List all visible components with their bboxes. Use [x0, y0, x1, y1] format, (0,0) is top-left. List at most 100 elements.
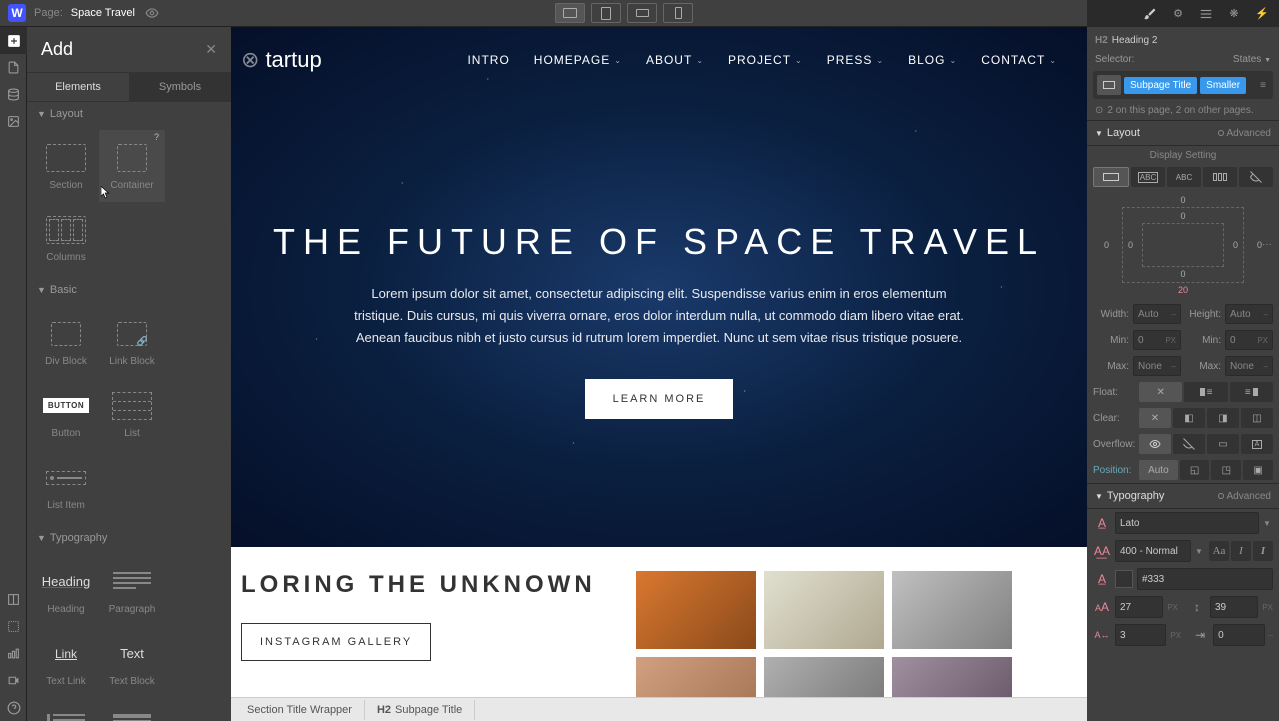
canvas[interactable]: ⊗tartup INTRO HOMEPAGE⌄ ABOUT⌄ PROJECT⌄ …: [231, 27, 1087, 721]
nav-intro[interactable]: INTRO: [467, 53, 509, 67]
states-dropdown[interactable]: States ▼: [1233, 54, 1271, 65]
styles-icon[interactable]: ❋: [1225, 5, 1243, 23]
device-desktop[interactable]: [555, 3, 585, 23]
hero-section[interactable]: ⊗tartup INTRO HOMEPAGE⌄ ABOUT⌄ PROJECT⌄ …: [231, 27, 1087, 547]
el-linkblock[interactable]: 🔗 Link Block: [99, 306, 165, 378]
cat-layout[interactable]: ▼Layout: [27, 102, 231, 126]
navigator-icon[interactable]: [1197, 5, 1215, 23]
layout-section-header[interactable]: ▼Layout Advanced: [1087, 120, 1279, 146]
clear-right[interactable]: ◨: [1207, 408, 1239, 428]
overflow-scroll[interactable]: ▭: [1207, 434, 1239, 454]
font-size-input[interactable]: 27: [1115, 596, 1163, 618]
font-regular[interactable]: Aa: [1209, 541, 1229, 561]
el-columns[interactable]: Columns: [33, 202, 99, 274]
breakpoint-icon[interactable]: [1097, 75, 1121, 95]
hero-title[interactable]: THE FUTURE OF SPACE TRAVEL: [273, 221, 1045, 263]
box-model[interactable]: 0 20 0 0 0 0 0 0 ⋯: [1098, 195, 1268, 295]
clear-none[interactable]: ✕: [1139, 408, 1171, 428]
guides-tool[interactable]: [0, 613, 27, 640]
interactions-icon[interactable]: ⚡: [1253, 5, 1271, 23]
display-inline-block[interactable]: ABC: [1131, 167, 1165, 187]
section-two[interactable]: LORING THE UNKNOWN INSTAGRAM GALLERY: [231, 547, 1087, 721]
el-blockquote[interactable]: Block Quote: [33, 698, 99, 721]
line-height-input[interactable]: 39: [1210, 596, 1258, 618]
gallery-img[interactable]: [636, 571, 756, 649]
display-flex[interactable]: [1203, 167, 1237, 187]
font-weight-select[interactable]: 400 - Normal: [1115, 540, 1191, 562]
pages-tool[interactable]: [0, 54, 27, 81]
cat-typography[interactable]: ▼Typography: [27, 526, 231, 550]
add-tool[interactable]: [0, 27, 27, 54]
cms-tool[interactable]: [0, 81, 27, 108]
overflow-visible[interactable]: [1139, 434, 1171, 454]
breadcrumb-item[interactable]: Section Title Wrapper: [235, 700, 365, 720]
color-swatch[interactable]: [1115, 570, 1133, 588]
position-relative[interactable]: ◱: [1180, 460, 1210, 480]
box-model-more[interactable]: ⋯: [1262, 240, 1272, 251]
clear-both[interactable]: ◫: [1241, 408, 1273, 428]
typography-section-header[interactable]: ▼Typography Advanced: [1087, 483, 1279, 509]
audit-tool[interactable]: [0, 640, 27, 667]
el-textlink[interactable]: Link Text Link: [33, 626, 99, 698]
float-right[interactable]: ≡: [1230, 382, 1273, 402]
overflow-hidden[interactable]: [1173, 434, 1205, 454]
page-name[interactable]: Space Travel: [71, 7, 135, 19]
el-richtext[interactable]: Rich Text: [99, 698, 165, 721]
class-tag[interactable]: Subpage Title: [1124, 77, 1197, 94]
video-tool[interactable]: [0, 667, 27, 694]
el-listitem[interactable]: List Item: [33, 450, 99, 522]
help-tool[interactable]: [0, 694, 27, 721]
position-absolute[interactable]: ◳: [1211, 460, 1241, 480]
clear-left[interactable]: ◧: [1173, 408, 1205, 428]
el-section[interactable]: Section: [33, 130, 99, 202]
webflow-logo[interactable]: W: [8, 4, 26, 22]
height-input[interactable]: Auto–: [1225, 304, 1273, 324]
nav-about[interactable]: ABOUT⌄: [646, 53, 704, 67]
font-family-select[interactable]: Lato: [1115, 512, 1259, 534]
tab-symbols[interactable]: Symbols: [129, 73, 231, 101]
gallery-img[interactable]: [764, 571, 884, 649]
position-fixed[interactable]: ▣: [1243, 460, 1273, 480]
el-divblock[interactable]: Div Block: [33, 306, 99, 378]
overflow-auto[interactable]: A: [1241, 434, 1273, 454]
site-logo[interactable]: ⊗tartup: [241, 47, 322, 73]
display-block[interactable]: [1093, 167, 1129, 187]
find-tool[interactable]: [0, 586, 27, 613]
selector-tags[interactable]: Subpage Title Smaller ≡: [1093, 71, 1273, 99]
letter-spacing-input[interactable]: 3: [1115, 624, 1166, 646]
float-left[interactable]: ≡: [1184, 382, 1227, 402]
device-landscape[interactable]: [627, 3, 657, 23]
tab-elements[interactable]: Elements: [27, 73, 129, 101]
gallery-img[interactable]: [892, 571, 1012, 649]
maxw-input[interactable]: None–: [1133, 356, 1181, 376]
selector-menu[interactable]: ≡: [1257, 80, 1269, 91]
learn-more-button[interactable]: LEARN MORE: [585, 379, 734, 419]
nav-contact[interactable]: CONTACT⌄: [981, 53, 1057, 67]
minh-input[interactable]: 0PX: [1225, 330, 1273, 350]
el-list[interactable]: List: [99, 378, 165, 450]
minw-input[interactable]: 0PX: [1133, 330, 1181, 350]
display-none[interactable]: [1239, 167, 1273, 187]
font-italic2[interactable]: I: [1253, 541, 1273, 561]
font-color-input[interactable]: #333: [1137, 568, 1273, 590]
preview-icon[interactable]: [143, 4, 161, 22]
assets-tool[interactable]: [0, 108, 27, 135]
indent-input[interactable]: 0: [1213, 624, 1264, 646]
cat-basic[interactable]: ▼Basic: [27, 278, 231, 302]
nav-homepage[interactable]: HOMEPAGE⌄: [534, 53, 622, 67]
device-tablet[interactable]: [591, 3, 621, 23]
display-inline[interactable]: ABC: [1167, 167, 1201, 187]
nav-press[interactable]: PRESS⌄: [827, 53, 884, 67]
nav-blog[interactable]: BLOG⌄: [908, 53, 957, 67]
settings-icon[interactable]: ⚙: [1169, 5, 1187, 23]
brush-icon[interactable]: [1141, 5, 1159, 23]
font-italic[interactable]: I: [1231, 541, 1251, 561]
close-icon[interactable]: ✕: [205, 41, 217, 58]
section-two-title[interactable]: LORING THE UNKNOWN: [241, 571, 596, 599]
el-textblock[interactable]: Text Text Block: [99, 626, 165, 698]
device-phone[interactable]: [663, 3, 693, 23]
el-paragraph[interactable]: Paragraph: [99, 554, 165, 626]
el-heading[interactable]: Heading Heading: [33, 554, 99, 626]
el-container[interactable]: ? Container: [99, 130, 165, 202]
advanced-toggle[interactable]: Advanced: [1218, 128, 1271, 139]
